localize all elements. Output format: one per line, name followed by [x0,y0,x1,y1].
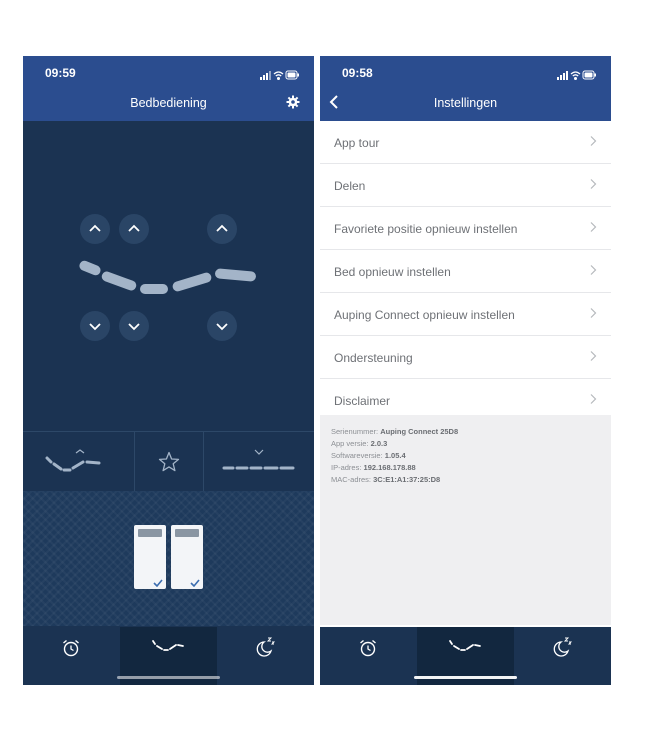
chevron-right-icon [590,179,597,189]
bed-position-icon [449,640,481,651]
tab-bar [320,627,611,685]
menu-item-share[interactable]: Delen [320,164,611,207]
page-title: Instellingen [433,96,498,110]
menu-item-label: Ondersteuning [334,351,413,365]
info-software-version: Softwareversie: 1.05.4 [331,451,406,460]
gear-icon [286,95,300,109]
chevron-up-icon [128,224,140,232]
lying-position-button[interactable] [23,432,134,492]
status-time: 09:58 [342,66,373,80]
check-icon [190,579,200,587]
home-indicator [117,676,220,679]
wifi-icon [570,71,581,81]
status-icons [557,67,597,85]
menu-item-label: Delen [334,179,366,193]
status-time: 09:59 [45,66,76,80]
back-raise-button[interactable] [119,214,149,244]
flat-position-button[interactable] [204,432,314,492]
tab-alarm[interactable] [320,627,417,685]
menu-item-label: Favoriete positie opnieuw instellen [334,222,518,236]
menu-item-label: Bed opnieuw instellen [334,265,451,279]
menu-item-app-tour[interactable]: App tour [320,121,611,164]
chevron-right-icon [590,136,597,146]
chevron-right-icon [590,394,597,404]
chevron-down-icon [128,323,140,331]
signal-icon [557,71,568,80]
info-mac-address: MAC-adres: 3C:E1:A1:37:25:D8 [331,475,441,484]
menu-item-reset-favorite[interactable]: Favoriete positie opnieuw instellen [320,207,611,250]
tab-bar [23,627,314,685]
pillow [138,529,162,537]
bed-position-icon [152,640,184,651]
tab-alarm[interactable] [23,627,120,685]
back-lower-button[interactable] [119,311,149,341]
status-bar: 09:58 [320,56,611,86]
chevron-down-icon [216,323,228,331]
menu-item-label: Disclaimer [334,394,391,408]
pillow [175,529,199,537]
chevron-up-icon [216,224,228,232]
chevron-right-icon [590,308,597,318]
menu-item-label: Auping Connect opnieuw instellen [334,308,515,322]
bed-control-panel [23,121,314,431]
bed-segment-head [77,259,103,277]
quick-positions [23,431,314,493]
menu-item-support[interactable]: Ondersteuning [320,336,611,379]
sleep-moon-icon [553,637,573,657]
menu-item-label: App tour [334,136,380,150]
chevron-right-icon [590,222,597,232]
battery-icon [285,70,299,80]
bed-control-screen: 09:59 Bedbediening [23,56,314,685]
favorite-position-button[interactable] [135,432,203,492]
bed-segment-back [100,270,138,292]
bed-half-left[interactable] [134,525,166,589]
nav-bar: Instellingen [320,86,611,121]
bed-segment-seat [140,284,168,294]
info-ip-address: IP-adres: 192.168.178.88 [331,463,416,472]
chevron-down-icon [89,323,101,331]
head-lower-button[interactable] [80,311,110,341]
settings-button[interactable] [286,95,300,114]
check-icon [153,579,163,587]
chevron-right-icon [590,265,597,275]
feet-lower-button[interactable] [207,311,237,341]
battery-icon [582,70,596,80]
page-title: Bedbediening [130,96,207,110]
chevron-up-icon [89,224,101,232]
bed-segment-feet [214,268,257,282]
menu-item-reset-bed[interactable]: Bed opnieuw instellen [320,250,611,293]
bed-segment-thigh [171,271,213,293]
chevron-right-icon [590,351,597,361]
info-serial: Serienummer: Auping Connect 25D8 [331,427,459,436]
status-icons [260,67,300,85]
settings-screen: 09:58 Instellingen App tour Delen Favori… [320,56,611,685]
info-app-version: App versie: 2.0.3 [331,439,388,448]
menu-item-reset-connect[interactable]: Auping Connect opnieuw instellen [320,293,611,336]
alarm-clock-icon [63,639,79,657]
lying-position-icon [45,449,101,472]
wifi-icon [273,71,284,81]
tab-sleep[interactable] [514,627,611,685]
bed-side-selector [23,491,314,626]
star-icon [158,451,180,472]
alarm-clock-icon [360,639,376,657]
bed-half-right[interactable] [171,525,203,589]
sleep-moon-icon [256,637,276,657]
home-indicator [414,676,517,679]
signal-icon [260,71,271,80]
head-raise-button[interactable] [80,214,110,244]
feet-raise-button[interactable] [207,214,237,244]
tab-sleep[interactable] [217,627,314,685]
flat-position-icon [222,449,295,470]
nav-bar: Bedbediening [23,86,314,121]
device-info: Serienummer: Auping Connect 25D8 App ver… [320,415,611,625]
status-bar: 09:59 [23,56,314,86]
settings-menu: App tour Delen Favoriete positie opnieuw… [320,121,611,421]
